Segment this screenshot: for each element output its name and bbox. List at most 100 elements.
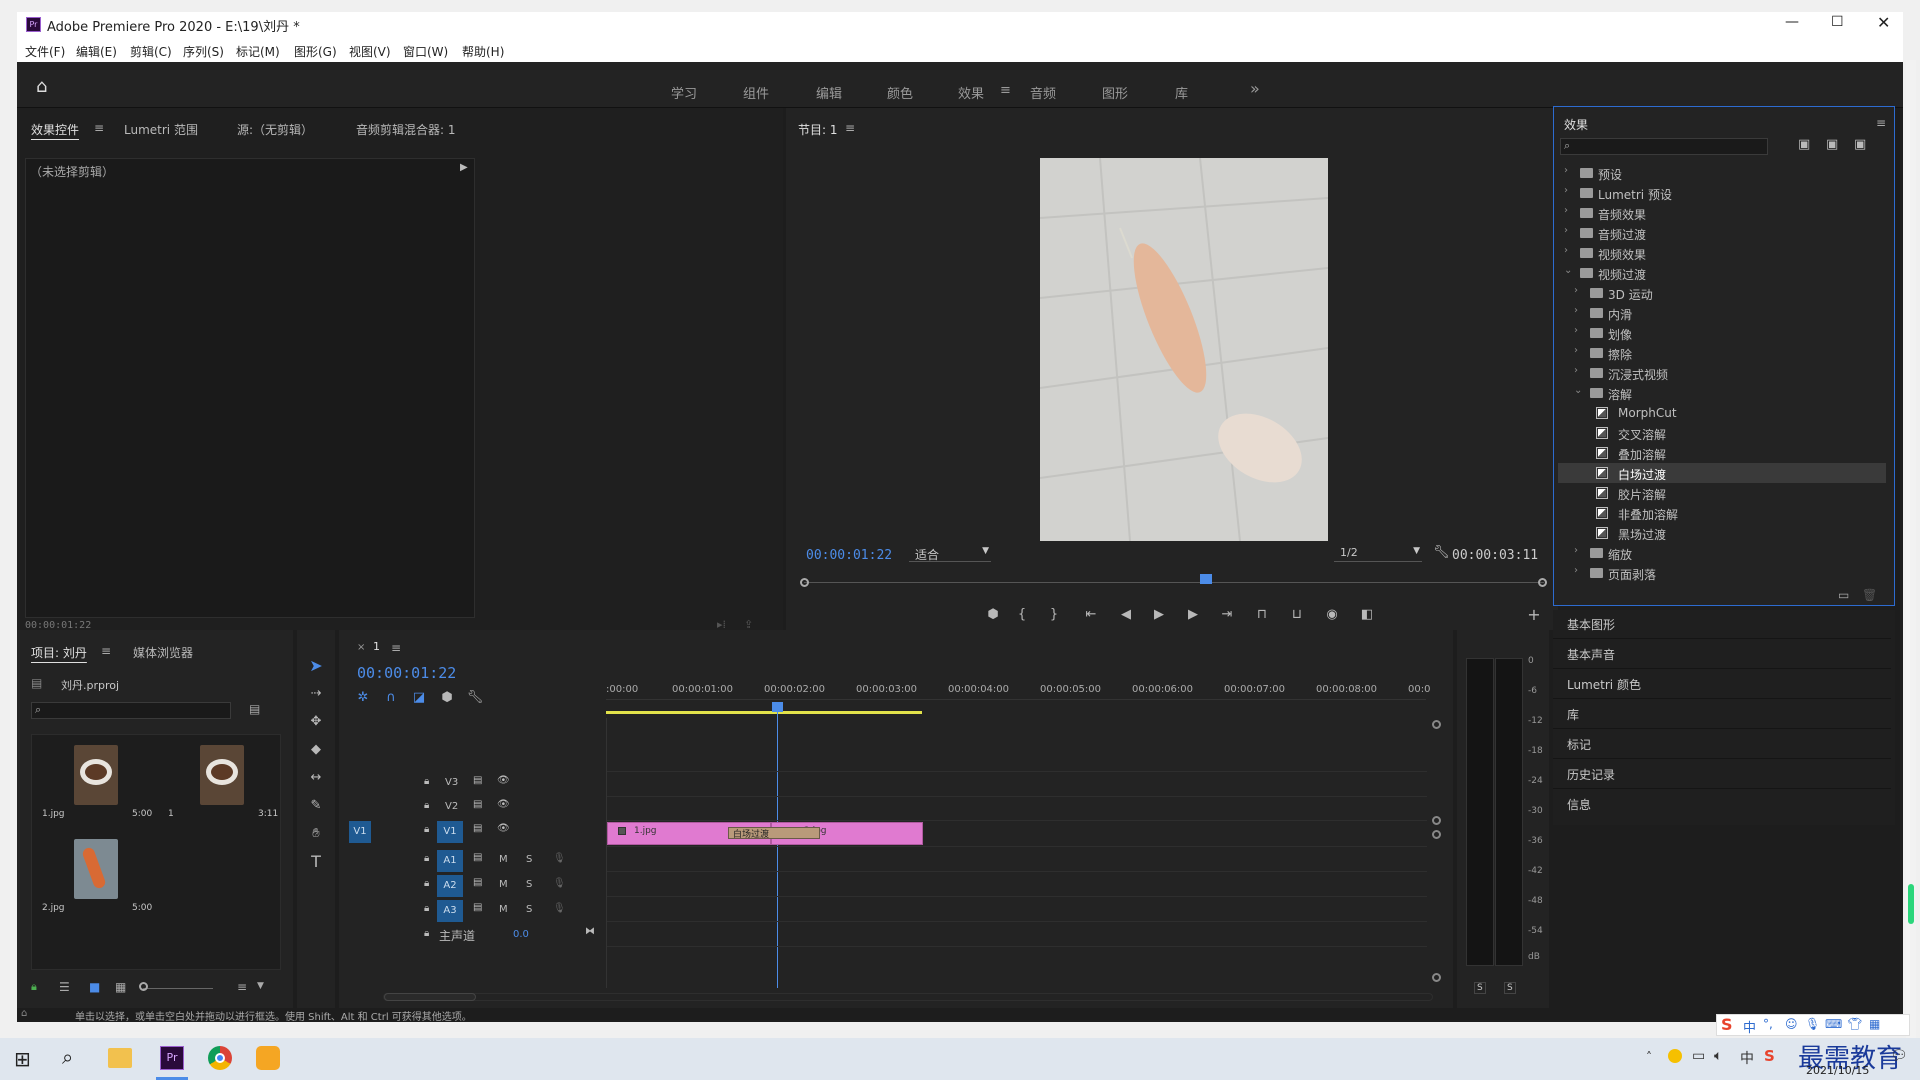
- tray-app-icon[interactable]: [1668, 1049, 1682, 1063]
- linked-selection-icon[interactable]: ◪: [409, 688, 429, 708]
- slip-tool-icon[interactable]: ↔: [306, 768, 326, 788]
- solo-button[interactable]: S: [526, 904, 532, 915]
- chevron-right-icon[interactable]: ›: [1564, 225, 1568, 236]
- lock-icon[interactable]: 🔒︎: [424, 824, 429, 835]
- mark-in-icon[interactable]: {: [1012, 605, 1032, 625]
- tab-media-browser[interactable]: 媒体浏览器: [133, 644, 193, 661]
- panel-menu-icon[interactable]: ≡: [94, 121, 104, 135]
- chrome-icon[interactable]: [208, 1046, 232, 1070]
- chevron-right-icon[interactable]: ›: [1574, 325, 1578, 336]
- eye-icon[interactable]: 👁︎: [497, 775, 510, 786]
- notification-icon[interactable]: 💬︎: [1890, 1048, 1908, 1064]
- side-essential-sound[interactable]: 基本声音: [1567, 646, 1615, 663]
- mute-button[interactable]: M: [499, 904, 508, 915]
- effects-tree-item[interactable]: › 划像: [1558, 323, 1886, 343]
- snap-magnet-icon[interactable]: ∩: [381, 688, 401, 708]
- lock-icon[interactable]: 🔒︎: [424, 903, 429, 914]
- effects-tree-item[interactable]: › 沉浸式视频: [1558, 363, 1886, 383]
- project-item[interactable]: 2.jpg 5:00: [36, 833, 156, 919]
- effects-tree-item[interactable]: › Lumetri 预设: [1558, 183, 1886, 203]
- mute-button[interactable]: M: [499, 854, 508, 865]
- effects-tree-item[interactable]: MorphCut: [1558, 403, 1886, 423]
- razor-tool-icon[interactable]: ◆: [306, 740, 326, 760]
- windows-start-icon[interactable]: ⊞: [14, 1047, 31, 1071]
- menu-view[interactable]: 视图(V): [349, 43, 391, 60]
- zoom-handle-right[interactable]: [1538, 578, 1547, 587]
- maximize-button[interactable]: ☐: [1831, 14, 1844, 30]
- resolution-dropdown[interactable]: 1/2 ▼: [1334, 544, 1422, 562]
- step-back-icon[interactable]: ◀︎: [1116, 605, 1136, 625]
- mute-button[interactable]: M: [499, 879, 508, 890]
- microphone-icon[interactable]: 🎙︎: [553, 878, 566, 889]
- effects-tree-item[interactable]: 叠加溶解: [1558, 443, 1886, 463]
- scroll-thumb[interactable]: [1908, 884, 1914, 924]
- solo-right-button[interactable]: S: [1504, 982, 1516, 994]
- menu-window[interactable]: 窗口(W): [403, 43, 448, 60]
- go-to-out-icon[interactable]: ⇥: [1217, 605, 1237, 625]
- expand-arrow-icon[interactable]: ▶: [460, 162, 468, 173]
- project-search-input[interactable]: ⌕: [31, 702, 231, 719]
- freeform-view-icon[interactable]: ▦: [115, 980, 126, 994]
- go-to-in-icon[interactable]: ⇤: [1081, 605, 1101, 625]
- sequence-tab[interactable]: 1: [373, 640, 380, 653]
- new-bin-icon[interactable]: ▭: [1838, 588, 1849, 602]
- effects-tree-item[interactable]: 白场过渡: [1558, 463, 1886, 483]
- sort-icon[interactable]: ≡: [237, 980, 247, 994]
- network-icon[interactable]: ▭: [1692, 1048, 1705, 1064]
- sync-lock-icon[interactable]: ▤: [473, 877, 482, 888]
- sequence-menu-icon[interactable]: ≡: [391, 641, 401, 655]
- tab-audio-clip-mixer[interactable]: 音频剪辑混合器: 1: [356, 121, 456, 138]
- effects-tree-item[interactable]: › 音频过渡: [1558, 223, 1886, 243]
- effects-search-input[interactable]: ⌕: [1560, 138, 1768, 155]
- side-markers[interactable]: 标记: [1567, 736, 1591, 753]
- zoom-slider[interactable]: [143, 988, 213, 989]
- menu-file[interactable]: 文件(F): [25, 43, 65, 60]
- chevron-down-icon[interactable]: ⌄: [1574, 385, 1582, 396]
- workspace-assembly[interactable]: 组件: [743, 83, 769, 102]
- lift-icon[interactable]: ⊓: [1252, 605, 1272, 625]
- chevron-right-icon[interactable]: ›: [1574, 285, 1578, 296]
- zoom-bar-thumb[interactable]: [384, 993, 476, 1001]
- effects-tree-item[interactable]: › 3D 运动: [1558, 283, 1886, 303]
- add-marker-icon[interactable]: ⬢: [437, 688, 457, 708]
- effects-tree-item[interactable]: › 擦除: [1558, 343, 1886, 363]
- scroll-handle-icon[interactable]: [1432, 816, 1441, 825]
- tab-source[interactable]: 源:（无剪辑）: [237, 121, 313, 138]
- sync-lock-icon[interactable]: ▤: [473, 775, 482, 786]
- chevron-right-icon[interactable]: ›: [1574, 565, 1578, 576]
- more-workspaces-icon[interactable]: »: [1250, 79, 1260, 98]
- step-forward-icon[interactable]: ▶︎: [1183, 605, 1203, 625]
- settings-wrench-icon[interactable]: 🔧︎: [1433, 545, 1450, 560]
- zoom-slider-handle[interactable]: [139, 982, 148, 991]
- chevron-right-icon[interactable]: ›: [1574, 545, 1578, 556]
- ripple-edit-tool-icon[interactable]: ✥: [306, 712, 326, 732]
- menu-markers[interactable]: 标记(M): [236, 43, 280, 60]
- list-view-icon[interactable]: ☰: [59, 980, 70, 994]
- menu-graphics[interactable]: 图形(G): [294, 43, 337, 60]
- lock-icon[interactable]: 🔒︎: [31, 980, 37, 994]
- eye-icon[interactable]: 👁︎: [497, 823, 510, 834]
- play-icon[interactable]: ▶︎: [1149, 605, 1169, 625]
- add-marker-icon[interactable]: ⬢: [983, 605, 1003, 625]
- tab-project[interactable]: 项目: 刘丹: [31, 644, 87, 661]
- chevron-right-icon[interactable]: ›: [1574, 345, 1578, 356]
- solo-button[interactable]: S: [526, 879, 532, 890]
- microphone-icon[interactable]: 🎙︎: [553, 853, 566, 864]
- effects-tree-item[interactable]: › 内滑: [1558, 303, 1886, 323]
- solo-left-button[interactable]: S: [1474, 982, 1486, 994]
- chevron-right-icon[interactable]: ›: [1564, 205, 1568, 216]
- file-explorer-icon[interactable]: [108, 1048, 132, 1068]
- punctuation-icon[interactable]: °,: [1763, 1017, 1773, 1031]
- workspace-menu-icon[interactable]: ≡: [1000, 83, 1011, 98]
- workspace-editing[interactable]: 编辑: [816, 83, 842, 102]
- emoji-icon[interactable]: ☺: [1785, 1017, 1798, 1031]
- tab-effect-controls[interactable]: 效果控件: [31, 121, 79, 138]
- menu-clip[interactable]: 剪辑(C): [130, 43, 172, 60]
- effects-tree-item[interactable]: 黑场过渡: [1558, 523, 1886, 543]
- menu-edit[interactable]: 编辑(E): [76, 43, 117, 60]
- effects-menu-icon[interactable]: ≡: [1876, 116, 1886, 130]
- transition-block[interactable]: 白场过渡: [728, 827, 820, 840]
- sync-lock-icon[interactable]: ▤: [473, 799, 482, 810]
- scroll-handle-icon[interactable]: [1432, 720, 1441, 729]
- delete-icon[interactable]: 🗑︎: [1862, 588, 1877, 602]
